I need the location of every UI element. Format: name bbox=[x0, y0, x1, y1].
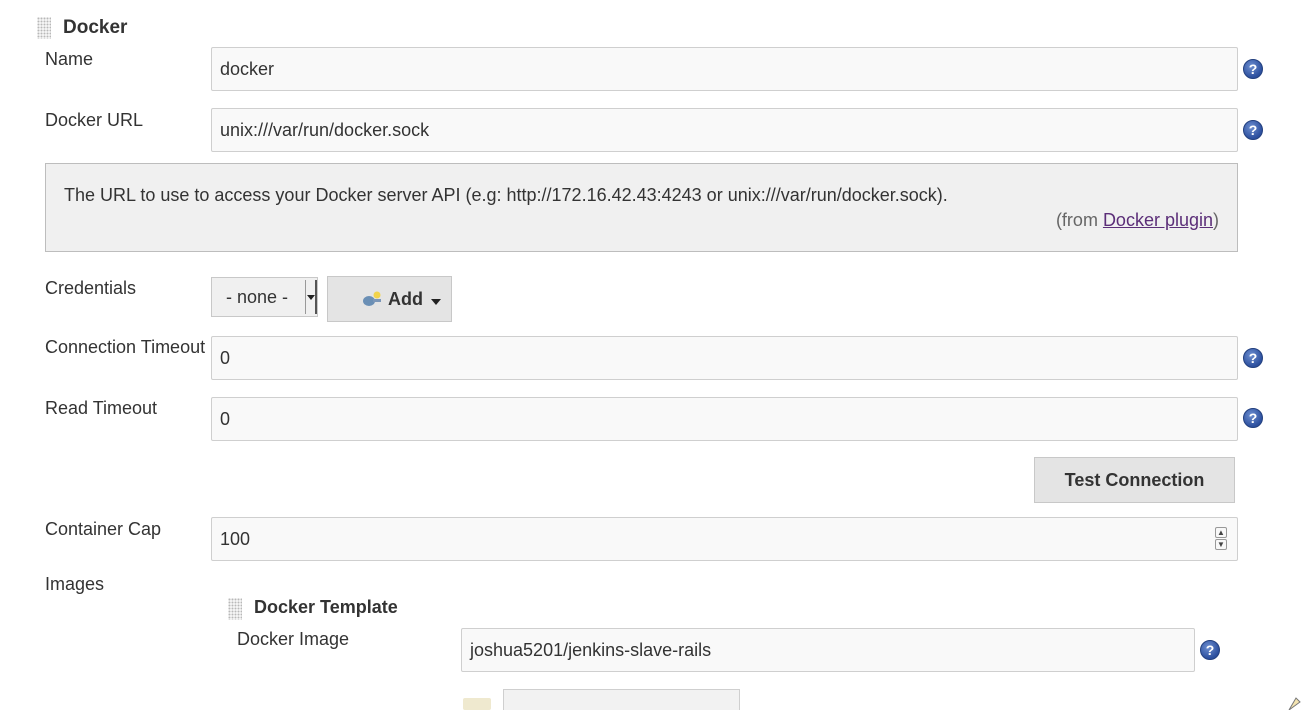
partial-icon bbox=[463, 698, 491, 710]
credentials-select[interactable]: - none - bbox=[211, 277, 318, 317]
container-cap-label: Container Cap bbox=[45, 519, 162, 539]
name-input[interactable]: docker bbox=[211, 47, 1238, 91]
add-button-label: Add bbox=[388, 288, 423, 309]
caret-down-icon bbox=[431, 289, 441, 310]
images-label: Images bbox=[45, 574, 105, 594]
docker-image-input[interactable]: joshua5201/jenkins-slave-rails bbox=[461, 628, 1195, 672]
docker-url-input[interactable]: unix:///var/run/docker.sock bbox=[211, 108, 1238, 152]
container-cap-input[interactable]: 100 bbox=[211, 517, 1238, 561]
container-cap-value: 100 bbox=[220, 528, 251, 549]
caret-down-icon[interactable] bbox=[305, 280, 317, 314]
read-timeout-label: Read Timeout bbox=[45, 398, 158, 418]
read-timeout-input[interactable]: 0 bbox=[211, 397, 1238, 441]
help-source-suffix: ) bbox=[1213, 210, 1219, 230]
docker-template-title: Docker Template bbox=[254, 597, 398, 617]
add-credentials-button[interactable]: Add bbox=[327, 276, 452, 322]
spin-up-icon[interactable]: ▲ bbox=[1215, 527, 1227, 538]
drag-handle-icon[interactable] bbox=[37, 17, 51, 39]
partial-field[interactable] bbox=[503, 689, 740, 710]
question-mark-circle-icon[interactable]: ? bbox=[1243, 348, 1263, 368]
help-text: The URL to use to access your Docker ser… bbox=[64, 185, 948, 205]
question-mark-circle-icon[interactable]: ? bbox=[1243, 59, 1263, 79]
credentials-selected-value: - none - bbox=[226, 286, 289, 307]
docker-url-label: Docker URL bbox=[45, 110, 144, 130]
connection-timeout-label: Connection Timeout bbox=[45, 337, 206, 357]
key-icon bbox=[360, 290, 384, 308]
test-connection-button[interactable]: Test Connection bbox=[1034, 457, 1235, 503]
help-source: (from Docker plugin) bbox=[1056, 210, 1219, 231]
spin-down-icon[interactable]: ▼ bbox=[1215, 539, 1227, 550]
question-mark-circle-icon[interactable]: ? bbox=[1200, 640, 1220, 660]
corner-icon bbox=[1286, 694, 1301, 711]
connection-timeout-input[interactable]: 0 bbox=[211, 336, 1238, 380]
drag-handle-icon[interactable] bbox=[228, 598, 242, 620]
docker-image-label: Docker Image bbox=[237, 629, 350, 649]
credentials-label: Credentials bbox=[45, 278, 137, 298]
name-label: Name bbox=[45, 49, 94, 69]
question-mark-circle-icon[interactable]: ? bbox=[1243, 408, 1263, 428]
question-mark-circle-icon[interactable]: ? bbox=[1243, 120, 1263, 140]
docker-section-title: Docker bbox=[63, 17, 128, 38]
docker-url-help-box: The URL to use to access your Docker ser… bbox=[45, 163, 1238, 252]
docker-plugin-link[interactable]: Docker plugin bbox=[1103, 210, 1213, 230]
help-source-prefix: (from bbox=[1055, 210, 1103, 230]
